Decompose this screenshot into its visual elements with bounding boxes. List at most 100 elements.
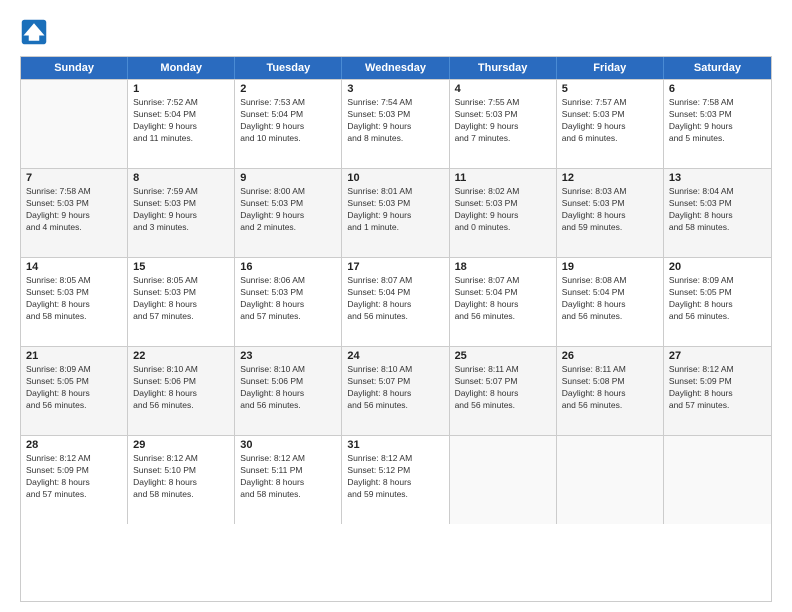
day-number: 16	[240, 261, 336, 273]
header	[20, 18, 772, 46]
calendar-cell: 17Sunrise: 8:07 AM Sunset: 5:04 PM Dayli…	[342, 258, 449, 346]
day-number: 3	[347, 83, 443, 95]
day-number: 27	[669, 350, 766, 362]
calendar-week-5: 28 Sunrise: 8:12 AM Sunset: 5:09 PM Dayli…	[21, 435, 771, 524]
day-number: 24	[347, 350, 443, 362]
day-number: 22	[133, 350, 229, 362]
logo	[20, 18, 52, 46]
calendar-body: 1 Sunrise: 7:52 AM Sunset: 5:04 PM Daylig…	[21, 79, 771, 524]
cell-info: Sunrise: 7:59 AM Sunset: 5:03 PM Dayligh…	[133, 186, 229, 234]
cell-info: Sunrise: 8:12 AM Sunset: 5:12 PM Dayligh…	[347, 453, 443, 501]
calendar-cell: 7 Sunrise: 7:58 AM Sunset: 5:03 PM Daylig…	[21, 169, 128, 257]
calendar-cell: 8 Sunrise: 7:59 AM Sunset: 5:03 PM Daylig…	[128, 169, 235, 257]
day-number: 10	[347, 172, 443, 184]
day-number: 25	[455, 350, 551, 362]
cell-info: Sunrise: 8:12 AM Sunset: 5:09 PM Dayligh…	[669, 364, 766, 412]
page: SundayMondayTuesdayWednesdayThursdayFrid…	[0, 0, 792, 612]
calendar-cell: 2 Sunrise: 7:53 AM Sunset: 5:04 PM Daylig…	[235, 80, 342, 168]
day-number: 9	[240, 172, 336, 184]
calendar-cell: 27 Sunrise: 8:12 AM Sunset: 5:09 PM Dayli…	[664, 347, 771, 435]
day-number: 1	[133, 83, 229, 95]
cell-info: Sunrise: 8:12 AM Sunset: 5:10 PM Dayligh…	[133, 453, 229, 501]
calendar-cell: 10 Sunrise: 8:01 AM Sunset: 5:03 PM Dayli…	[342, 169, 449, 257]
cell-info: Sunrise: 8:04 AM Sunset: 5:03 PM Dayligh…	[669, 186, 766, 234]
cell-info: Sunrise: 8:08 AM Sunset: 5:04 PM Dayligh…	[562, 275, 658, 323]
cell-info: Sunrise: 7:58 AM Sunset: 5:03 PM Dayligh…	[669, 97, 766, 145]
calendar-cell: 13 Sunrise: 8:04 AM Sunset: 5:03 PM Dayli…	[664, 169, 771, 257]
day-number: 14	[26, 261, 122, 273]
day-number: 29	[133, 439, 229, 451]
calendar-cell: 5 Sunrise: 7:57 AM Sunset: 5:03 PM Daylig…	[557, 80, 664, 168]
day-number: 2	[240, 83, 336, 95]
day-number: 18	[455, 261, 551, 273]
logo-icon	[20, 18, 48, 46]
calendar-cell: 12 Sunrise: 8:03 AM Sunset: 5:03 PM Dayli…	[557, 169, 664, 257]
day-number: 5	[562, 83, 658, 95]
day-number: 12	[562, 172, 658, 184]
calendar-week-4: 21 Sunrise: 8:09 AM Sunset: 5:05 PM Dayli…	[21, 346, 771, 435]
calendar-cell: 18 Sunrise: 8:07 AM Sunset: 5:04 PM Dayli…	[450, 258, 557, 346]
calendar-cell: 4Sunrise: 7:55 AM Sunset: 5:03 PM Daylig…	[450, 80, 557, 168]
cell-info: Sunrise: 8:12 AM Sunset: 5:09 PM Dayligh…	[26, 453, 122, 501]
cell-info: Sunrise: 8:07 AM Sunset: 5:04 PM Dayligh…	[455, 275, 551, 323]
cell-info: Sunrise: 7:53 AM Sunset: 5:04 PM Dayligh…	[240, 97, 336, 145]
day-number: 11	[455, 172, 551, 184]
cell-info: Sunrise: 8:01 AM Sunset: 5:03 PM Dayligh…	[347, 186, 443, 234]
day-number: 31	[347, 439, 443, 451]
day-number: 8	[133, 172, 229, 184]
cell-info: Sunrise: 8:03 AM Sunset: 5:03 PM Dayligh…	[562, 186, 658, 234]
calendar-cell: 20 Sunrise: 8:09 AM Sunset: 5:05 PM Dayli…	[664, 258, 771, 346]
calendar-cell: 31 Sunrise: 8:12 AM Sunset: 5:12 PM Dayli…	[342, 436, 449, 524]
calendar-week-3: 14 Sunrise: 8:05 AM Sunset: 5:03 PM Dayli…	[21, 257, 771, 346]
calendar-cell: 19 Sunrise: 8:08 AM Sunset: 5:04 PM Dayli…	[557, 258, 664, 346]
cell-info: Sunrise: 8:07 AM Sunset: 5:04 PM Dayligh…	[347, 275, 443, 323]
calendar-week-2: 7 Sunrise: 7:58 AM Sunset: 5:03 PM Daylig…	[21, 168, 771, 257]
calendar-cell: 23 Sunrise: 8:10 AM Sunset: 5:06 PM Dayli…	[235, 347, 342, 435]
calendar-cell: 26 Sunrise: 8:11 AM Sunset: 5:08 PM Dayli…	[557, 347, 664, 435]
day-number: 7	[26, 172, 122, 184]
cell-info: Sunrise: 8:09 AM Sunset: 5:05 PM Dayligh…	[26, 364, 122, 412]
day-number: 23	[240, 350, 336, 362]
calendar-cell: 29 Sunrise: 8:12 AM Sunset: 5:10 PM Dayli…	[128, 436, 235, 524]
day-number: 30	[240, 439, 336, 451]
cell-info: Sunrise: 8:02 AM Sunset: 5:03 PM Dayligh…	[455, 186, 551, 234]
cell-info: Sunrise: 8:06 AM Sunset: 5:03 PM Dayligh…	[240, 275, 336, 323]
day-number: 6	[669, 83, 766, 95]
day-number: 26	[562, 350, 658, 362]
calendar-cell: 16 Sunrise: 8:06 AM Sunset: 5:03 PM Dayli…	[235, 258, 342, 346]
calendar-cell	[557, 436, 664, 524]
header-day-monday: Monday	[128, 57, 235, 79]
cell-info: Sunrise: 8:00 AM Sunset: 5:03 PM Dayligh…	[240, 186, 336, 234]
calendar-header-row: SundayMondayTuesdayWednesdayThursdayFrid…	[21, 57, 771, 79]
calendar: SundayMondayTuesdayWednesdayThursdayFrid…	[20, 56, 772, 602]
day-number: 13	[669, 172, 766, 184]
cell-info: Sunrise: 7:54 AM Sunset: 5:03 PM Dayligh…	[347, 97, 443, 145]
day-number: 28	[26, 439, 122, 451]
header-day-sunday: Sunday	[21, 57, 128, 79]
cell-info: Sunrise: 7:58 AM Sunset: 5:03 PM Dayligh…	[26, 186, 122, 234]
day-number: 20	[669, 261, 766, 273]
day-number: 4	[455, 83, 551, 95]
cell-info: Sunrise: 8:10 AM Sunset: 5:06 PM Dayligh…	[133, 364, 229, 412]
calendar-cell: 30Sunrise: 8:12 AM Sunset: 5:11 PM Dayli…	[235, 436, 342, 524]
calendar-cell: 21 Sunrise: 8:09 AM Sunset: 5:05 PM Dayli…	[21, 347, 128, 435]
cell-info: Sunrise: 8:10 AM Sunset: 5:07 PM Dayligh…	[347, 364, 443, 412]
day-number: 15	[133, 261, 229, 273]
calendar-week-1: 1 Sunrise: 7:52 AM Sunset: 5:04 PM Daylig…	[21, 79, 771, 168]
header-day-saturday: Saturday	[664, 57, 771, 79]
cell-info: Sunrise: 7:52 AM Sunset: 5:04 PM Dayligh…	[133, 97, 229, 145]
cell-info: Sunrise: 8:11 AM Sunset: 5:08 PM Dayligh…	[562, 364, 658, 412]
calendar-cell	[21, 80, 128, 168]
day-number: 19	[562, 261, 658, 273]
cell-info: Sunrise: 8:10 AM Sunset: 5:06 PM Dayligh…	[240, 364, 336, 412]
header-day-tuesday: Tuesday	[235, 57, 342, 79]
calendar-cell: 22 Sunrise: 8:10 AM Sunset: 5:06 PM Dayli…	[128, 347, 235, 435]
calendar-cell: 6 Sunrise: 7:58 AM Sunset: 5:03 PM Daylig…	[664, 80, 771, 168]
calendar-cell: 9 Sunrise: 8:00 AM Sunset: 5:03 PM Daylig…	[235, 169, 342, 257]
cell-info: Sunrise: 8:11 AM Sunset: 5:07 PM Dayligh…	[455, 364, 551, 412]
cell-info: Sunrise: 8:09 AM Sunset: 5:05 PM Dayligh…	[669, 275, 766, 323]
day-number: 21	[26, 350, 122, 362]
calendar-cell: 25 Sunrise: 8:11 AM Sunset: 5:07 PM Dayli…	[450, 347, 557, 435]
cell-info: Sunrise: 8:05 AM Sunset: 5:03 PM Dayligh…	[26, 275, 122, 323]
cell-info: Sunrise: 7:57 AM Sunset: 5:03 PM Dayligh…	[562, 97, 658, 145]
